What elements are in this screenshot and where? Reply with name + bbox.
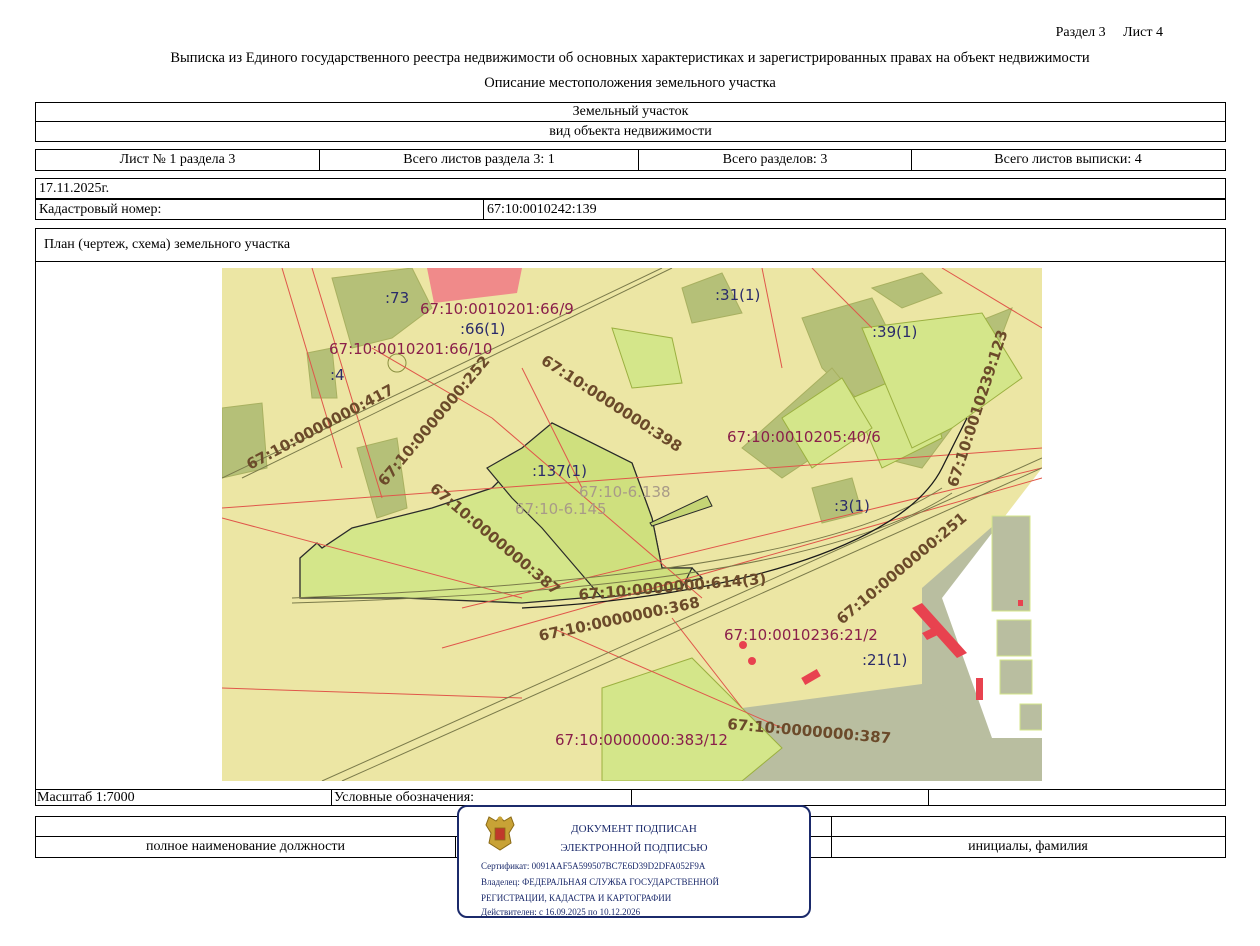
stamp-line-2: ЭЛЕКТРОННОЙ ПОДПИСЬЮ bbox=[560, 842, 708, 854]
cadastral-label: Кадастровый номер: bbox=[36, 200, 484, 219]
section-sheet-header: Раздел 3 Лист 4 bbox=[1042, 25, 1163, 41]
document-subtitle: Описание местоположения земельного участ… bbox=[484, 75, 776, 91]
stamp-owner-1: Владелец: ФЕДЕРАЛЬНАЯ СЛУЖБА ГОСУДАРСТВЕ… bbox=[481, 877, 720, 887]
sheet-no: Лист № 1 раздела 3 bbox=[36, 150, 320, 170]
initials-label: инициалы, фамилия bbox=[968, 839, 1088, 854]
legend-cell-2 bbox=[929, 790, 1224, 805]
label-73: :73 bbox=[385, 289, 409, 307]
total-sheets-extract: Всего листов выписки: 4 bbox=[994, 152, 1142, 167]
label-66-1: :66(1) bbox=[460, 320, 505, 338]
electronic-signature-stamp: ДОКУМЕНТ ПОДПИСАН ЭЛЕКТРОННОЙ ПОДПИСЬЮ С… bbox=[457, 805, 811, 918]
label-31-1: :31(1) bbox=[715, 286, 760, 304]
label-66-10: 67:10:0010201:66/10 bbox=[329, 340, 492, 358]
position-label: полное наименование должности bbox=[36, 837, 456, 857]
label-39-1: :39(1) bbox=[872, 323, 917, 341]
date-row: 17.11.2025г. bbox=[35, 178, 1226, 199]
total-sections: Всего разделов: 3 bbox=[639, 150, 912, 170]
label-383-12: 67:10:0000000:383/12 bbox=[555, 731, 728, 749]
sheets-row: Лист № 1 раздела 3 Всего листов раздела … bbox=[35, 149, 1226, 171]
plan-title: План (чертеж, схема) земельного участка bbox=[44, 237, 291, 252]
section-number: Раздел 3 bbox=[1055, 25, 1106, 40]
stamp-valid: Действителен: с 16.09.2025 по 10.12.2026 bbox=[481, 907, 641, 917]
label-66-9: 67:10:0010201:66/9 bbox=[420, 300, 574, 318]
label-4: :4 bbox=[330, 366, 345, 384]
cadastral-row: Кадастровый номер: 67:10:0010242:139 bbox=[35, 199, 1226, 220]
object-kind-label: вид объекта недвижимости bbox=[549, 123, 712, 139]
legend-label: Условные обозначения: bbox=[332, 790, 632, 805]
scale-row: Масштаб 1:7000 Условные обозначения: bbox=[35, 789, 1226, 806]
label-205-40-6: 67:10:0010205:40/6 bbox=[727, 428, 881, 446]
stamp-certificate: Сертификат: 0091AAF5A599507BC7E6D39D2DFA… bbox=[481, 861, 706, 871]
cadastral-number: 67:10:0010242:139 bbox=[487, 201, 597, 217]
label-6-145: 67:10-6.145 bbox=[515, 500, 607, 518]
label-3-1: :3(1) bbox=[834, 497, 870, 515]
label-236-21-2: 67:10:0010236:21/2 bbox=[724, 626, 878, 644]
document-title: Выписка из Единого государственного реес… bbox=[170, 50, 1090, 66]
extract-date: 17.11.2025г. bbox=[39, 180, 110, 196]
cadastral-map: :73 67:10:0010201:66/9 :66(1) 67:10:0010… bbox=[222, 268, 1042, 781]
object-kind-row: вид объекта недвижимости bbox=[35, 122, 1226, 142]
legend-cell-1 bbox=[632, 790, 929, 805]
object-name: Земельный участок bbox=[572, 104, 689, 119]
signature-top-right bbox=[832, 817, 1224, 836]
total-sheets-section: Всего листов раздела 3: 1 bbox=[320, 150, 639, 170]
label-137-1: :137(1) bbox=[532, 462, 587, 480]
scale: Масштаб 1:7000 bbox=[36, 790, 332, 805]
label-21-1: :21(1) bbox=[862, 651, 907, 669]
sheet-number: Лист 4 bbox=[1123, 25, 1163, 40]
plan-title-row: План (чертеж, схема) земельного участка bbox=[35, 228, 1226, 262]
label-6-138: 67:10-6.138 bbox=[579, 483, 671, 501]
stamp-line-1: ДОКУМЕНТ ПОДПИСАН bbox=[571, 823, 697, 835]
stamp-owner-2: РЕГИСТРАЦИИ, КАДАСТРА И КАРТОГРАФИИ bbox=[481, 893, 672, 903]
object-name-row: Земельный участок bbox=[35, 102, 1226, 122]
